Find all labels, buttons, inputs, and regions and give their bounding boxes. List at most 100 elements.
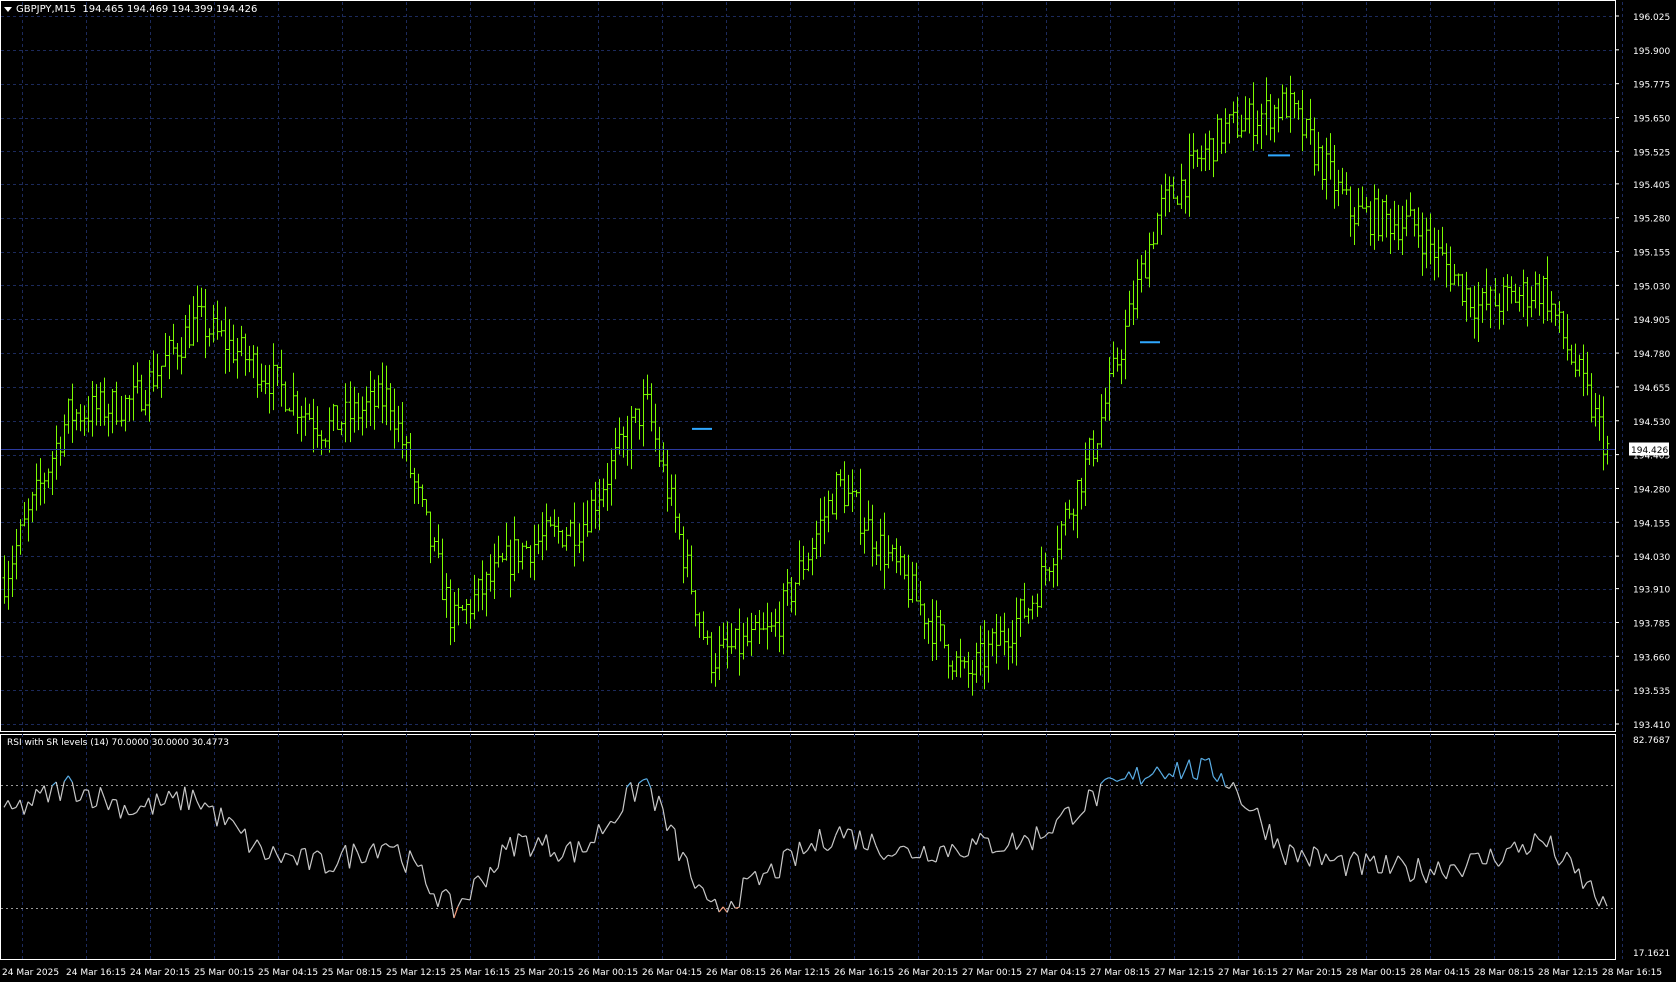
price-bar <box>878 518 883 571</box>
grid <box>1 2 1623 959</box>
main-pane-border <box>0 0 1616 732</box>
rsi-segment <box>449 893 455 919</box>
rsi-segment <box>1204 757 1210 761</box>
price-bar <box>167 335 172 380</box>
rsi-segment <box>875 845 881 855</box>
price-bar <box>155 353 160 389</box>
rsi-segment <box>413 859 419 867</box>
rsi-segment <box>1048 831 1053 834</box>
price-bar <box>1259 103 1264 149</box>
price-bar <box>428 511 433 564</box>
rsi-segment <box>1019 834 1025 844</box>
rsi-segment <box>975 833 981 845</box>
symbol-label: GBPJPY,M15 <box>16 4 77 15</box>
price-bar <box>319 430 324 455</box>
rsi-segment <box>1245 807 1250 812</box>
rsi-segment <box>823 846 828 852</box>
rsi-segment <box>1445 864 1451 880</box>
price-bar <box>127 395 132 422</box>
price-tick-label: 196.025 <box>1633 13 1670 23</box>
price-bar <box>1585 351 1590 396</box>
indicator-pane-border <box>0 734 1616 960</box>
price-bar <box>1448 246 1453 292</box>
rsi-segment <box>662 808 668 831</box>
collapse-triangle-icon[interactable] <box>4 6 12 12</box>
price-bar <box>938 610 943 642</box>
price-bar <box>1336 169 1341 207</box>
price-bar <box>1476 281 1481 342</box>
price-bar <box>785 568 790 606</box>
price-bar <box>1123 309 1128 380</box>
rsi-segment <box>602 827 608 835</box>
price-bar <box>1456 273 1461 287</box>
price-bar <box>1408 192 1413 217</box>
chart-canvas[interactable]: 196.025 195.900 195.775 195.650 195.525 195.4… <box>0 0 1676 982</box>
chart-window[interactable]: 196.025 195.900 195.775 195.650 195.525 195.4… <box>0 0 1676 982</box>
rsi-segment <box>883 854 889 861</box>
price-bar <box>1284 87 1289 118</box>
rsi-segment <box>1064 806 1069 810</box>
price-bar <box>922 603 927 640</box>
symbol-header[interactable]: GBPJPY,M15 194.465 194.469 194.399 194.4… <box>4 4 257 16</box>
rsi-segment <box>1112 778 1118 782</box>
price-bar <box>962 656 967 669</box>
rsi-segment <box>1256 807 1263 824</box>
price-bar <box>66 398 71 434</box>
rsi-segment <box>184 786 190 810</box>
price-bar <box>709 632 714 684</box>
price-bar <box>1179 163 1184 210</box>
price-bar <box>1103 387 1108 421</box>
price-bar <box>183 314 188 359</box>
price-tick-label: 195.650 <box>1633 115 1670 125</box>
price-bar <box>1312 117 1317 176</box>
price-bar <box>1059 521 1064 560</box>
price-bar <box>665 450 670 512</box>
rsi-segment <box>489 866 495 874</box>
price-axis[interactable]: 196.025 195.900 195.775 195.650 195.525 195.4… <box>1615 13 1670 731</box>
price-bar <box>392 388 397 449</box>
rsi-segment <box>971 838 977 845</box>
price-bar <box>998 616 1003 646</box>
price-bar <box>279 349 284 407</box>
rsi-segment <box>1232 782 1238 793</box>
price-bar <box>705 630 710 645</box>
current-price-label: 194.426 <box>1631 446 1668 456</box>
rsi-segment <box>935 846 941 863</box>
rsi-axis-max: 82.7687 <box>1633 736 1670 746</box>
price-bar <box>476 578 481 612</box>
price-bar <box>918 581 923 616</box>
rsi-segment <box>336 852 343 865</box>
rsi-segment <box>1052 819 1058 834</box>
indicator-axis: 82.7687 17.1621 <box>1 736 1670 959</box>
price-bar <box>1047 567 1052 582</box>
rsi-segment <box>626 781 632 788</box>
price-bar <box>420 484 425 508</box>
rsi-segment <box>686 857 692 878</box>
price-bar <box>1215 114 1220 162</box>
price-bar <box>914 562 919 602</box>
price-bar <box>637 408 642 440</box>
rsi-segment <box>1309 846 1315 867</box>
price-tick-label: 195.155 <box>1633 249 1670 259</box>
rsi-segment <box>1035 826 1042 839</box>
rsi-segment <box>1260 823 1267 841</box>
rsi-segment <box>228 816 234 822</box>
price-bar <box>1147 232 1152 288</box>
price-bar <box>480 560 485 611</box>
price-bar <box>1420 212 1425 276</box>
rsi-segment <box>268 846 274 859</box>
rsi-segment <box>1574 868 1580 874</box>
rsi-segment <box>67 775 73 783</box>
rsi-segment <box>1100 779 1106 785</box>
rsi-segment <box>750 870 756 876</box>
rsi-segment <box>614 817 620 824</box>
rsi-segment <box>485 866 491 888</box>
price-bar <box>1436 229 1441 278</box>
price-bar <box>838 469 843 487</box>
rsi-segment <box>477 875 483 882</box>
rsi-segment <box>718 906 724 913</box>
price-bar <box>496 535 501 568</box>
rsi-segment <box>445 888 451 895</box>
rsi-segment <box>1027 838 1034 851</box>
time-axis[interactable]: 24 Mar 2025 24 Mar 16:15 24 Mar 20:15 25 Ma… <box>2 968 1662 978</box>
